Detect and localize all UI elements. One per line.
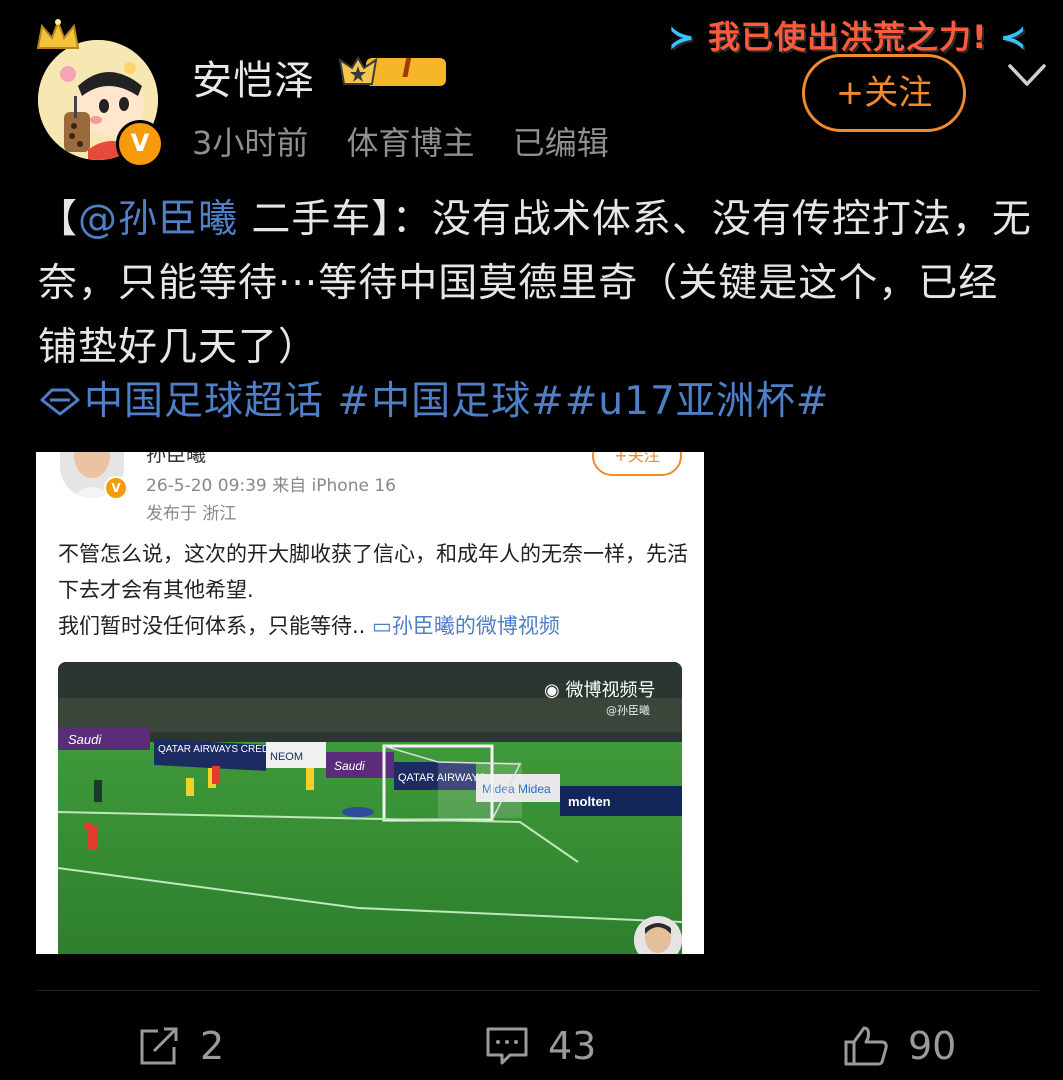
wave-icon: ≻ <box>668 18 696 56</box>
video-frame: Saudi QATAR AIRWAYS CREDIT SAISON NEOM S… <box>58 662 682 954</box>
decoration-slogan: ≻ 我已使出洪荒之力! ≺ <box>668 12 1028 58</box>
embed-text: 不管怎么说，这次的开大脚收获了信心，和成年人的无奈一样，先活下去才会有其他希望.… <box>58 542 688 638</box>
topic-links[interactable]: 中国足球超话 #中国足球##u17亚洲杯# <box>84 379 829 424</box>
like-count: 90 <box>908 1024 957 1068</box>
svg-text:molten: molten <box>568 794 611 809</box>
repost-count: 2 <box>200 1024 225 1068</box>
embed-user-name: 孙臣曦 <box>146 452 206 466</box>
video-watermark: ◉ 微博视频号 <box>544 680 656 701</box>
video-watermark-handle: @孙臣曦 <box>606 704 650 717</box>
comment-button[interactable]: 43 <box>484 1022 596 1070</box>
follow-button[interactable]: +关注 <box>802 54 966 132</box>
post-meta: 3小时前 体育博主 已编辑 <box>192 118 637 164</box>
embed-video-link: 孙臣曦的微博视频 <box>391 614 560 638</box>
slogan-text: 我已使出洪荒之力! <box>707 18 988 56</box>
comment-icon <box>486 1027 528 1065</box>
user-name[interactable]: 安恺泽 <box>192 48 315 106</box>
embed-follow-button: +关注 <box>592 452 682 476</box>
wave-icon: ≺ <box>999 18 1028 56</box>
embed-time-source: 26-5-20 09:39 来自 iPhone 16 <box>146 476 396 496</box>
topics-row[interactable]: 中国足球超话 #中国足球##u17亚洲杯# <box>38 372 829 432</box>
thumbs-up-icon <box>844 1026 888 1066</box>
supertopic-diamond-icon <box>40 388 80 416</box>
embedded-image[interactable]: V 孙臣曦 +关注 26-5-20 09:39 来自 iPhone 16 发布于… <box>36 452 704 954</box>
embed-verified-icon: V <box>104 476 128 500</box>
svg-text:Saudi: Saudi <box>334 759 365 773</box>
svg-text:Saudi: Saudi <box>68 732 102 747</box>
crown-icon <box>34 18 82 54</box>
user-category: 体育博主 <box>346 124 475 162</box>
post-time: 3小时前 <box>192 124 309 162</box>
level-badge-label: I <box>402 54 412 84</box>
divider <box>36 990 1039 991</box>
edited-label[interactable]: 已编辑 <box>513 124 609 162</box>
repost-icon <box>140 1027 178 1065</box>
comment-count: 43 <box>548 1024 597 1068</box>
embed-location: 发布于 浙江 <box>146 504 237 524</box>
repost-button[interactable]: 2 <box>136 1022 224 1070</box>
weibo-logo-icon: ◉ <box>544 680 560 701</box>
chevron-down-icon[interactable] <box>1004 56 1050 96</box>
level-badge-icon[interactable]: I <box>336 52 452 92</box>
svg-text:NEOM: NEOM <box>270 751 303 763</box>
verified-badge-icon: V <box>116 120 164 168</box>
video-link-icon: ▭ <box>372 614 392 638</box>
like-button[interactable]: 90 <box>842 1022 956 1070</box>
post-body: 【@孙臣曦 二手车】：没有战术体系、没有传控打法，无奈，只能等待···等待中国莫… <box>38 197 1032 370</box>
mention-link[interactable]: @孙臣曦 <box>78 197 238 242</box>
